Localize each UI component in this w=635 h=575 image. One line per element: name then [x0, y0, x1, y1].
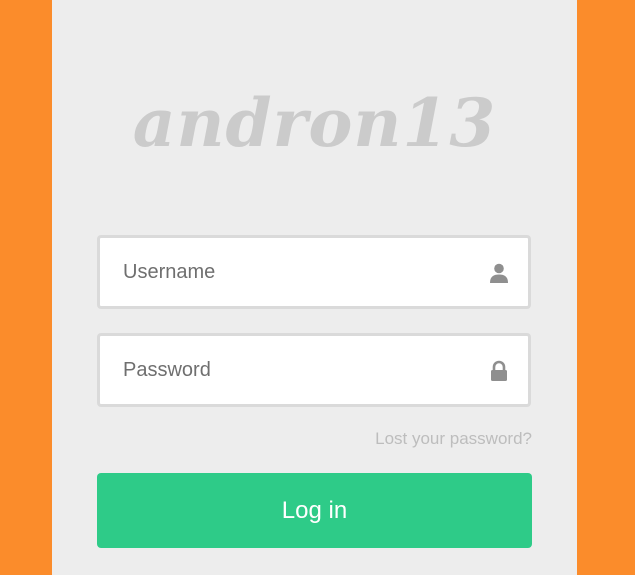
site-logo: andron13	[132, 84, 497, 162]
login-panel: andron13 Lost your password? Log in	[52, 0, 577, 575]
password-input[interactable]	[100, 336, 528, 404]
lock-icon	[491, 360, 507, 381]
username-input[interactable]	[100, 238, 528, 306]
user-icon	[490, 263, 508, 283]
lost-password-link[interactable]: Lost your password?	[375, 429, 532, 449]
username-field-wrapper	[97, 235, 531, 309]
password-field-wrapper	[97, 333, 531, 407]
login-button[interactable]: Log in	[97, 473, 532, 548]
